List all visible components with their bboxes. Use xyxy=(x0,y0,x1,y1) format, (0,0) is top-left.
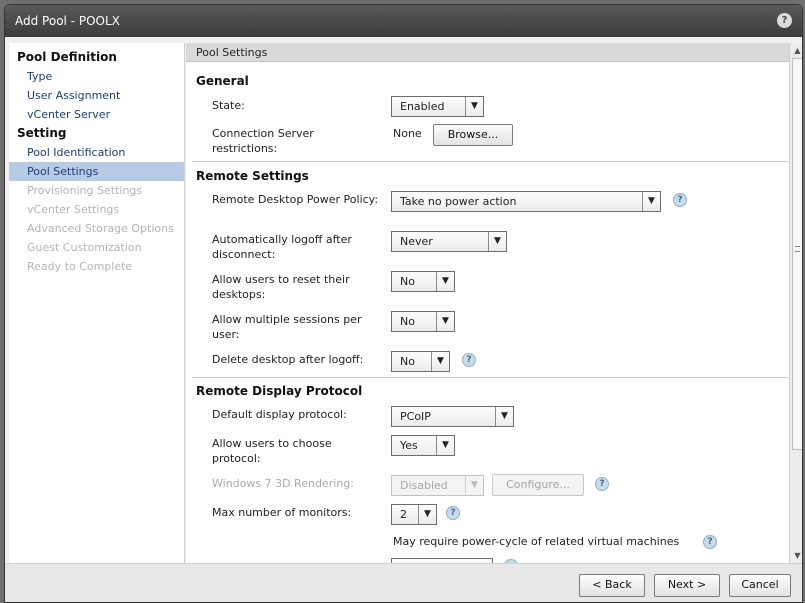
chevron-down-icon: ▼ xyxy=(436,312,454,331)
help-icon[interactable]: ? xyxy=(703,535,717,549)
section-title-remote-display-protocol: Remote Display Protocol xyxy=(196,384,363,398)
max-monitors-select-value: 2 xyxy=(400,508,407,521)
scroll-up-icon[interactable]: ▲ xyxy=(790,43,802,58)
nav-item-advanced-storage-options: Advanced Storage Options xyxy=(27,222,174,235)
section-title-remote-settings: Remote Settings xyxy=(196,169,309,183)
auto-logoff-label: Automatically logoff after disconnect: xyxy=(212,233,352,261)
dialog-title: Add Pool - POOLX xyxy=(15,14,120,28)
chevron-down-icon: ▼ xyxy=(495,407,513,426)
default-protocol-select[interactable]: PCoIP ▼ xyxy=(391,406,514,427)
scrollbar-thumb[interactable] xyxy=(792,58,802,450)
3d-rendering-label: Windows 7 3D Rendering: xyxy=(212,477,354,490)
power-policy-select[interactable]: Take no power action ▼ xyxy=(391,191,661,212)
nav-item-provisioning-settings: Provisioning Settings xyxy=(27,184,143,197)
reset-desktops-select-value: No xyxy=(400,275,415,288)
auto-logoff-select[interactable]: Never ▼ xyxy=(391,231,507,252)
add-pool-dialog: Add Pool - POOLX ? Pool Definition Type … xyxy=(4,4,803,603)
delete-after-logoff-select-value: No xyxy=(400,355,415,368)
chevron-down-icon: ▼ xyxy=(488,232,506,251)
multiple-sessions-select-value: No xyxy=(400,315,415,328)
choose-protocol-select-value: Yes xyxy=(400,439,418,452)
power-policy-label: Remote Desktop Power Policy: xyxy=(212,193,379,206)
reset-desktops-label: Allow users to reset their desktops: xyxy=(212,273,350,301)
delete-after-logoff-select[interactable]: No ▼ xyxy=(391,351,450,372)
power-policy-select-value: Take no power action xyxy=(400,195,517,208)
panel-header: Pool Settings xyxy=(186,43,789,62)
chevron-down-icon: ▼ xyxy=(465,97,483,116)
help-icon[interactable]: ? xyxy=(777,13,792,28)
vertical-scrollbar[interactable]: ▲ ▼ xyxy=(789,43,802,563)
pool-settings-panel: Pool Settings General State: Enabled ▼ C… xyxy=(186,43,789,563)
scroll-down-icon[interactable]: ▼ xyxy=(790,548,802,563)
divider xyxy=(192,161,788,162)
nav-item-pool-identification[interactable]: Pool Identification xyxy=(9,143,184,162)
3d-rendering-select-value: Disabled xyxy=(400,479,448,492)
section-title-general: General xyxy=(196,74,249,88)
nav-item-pool-settings[interactable]: Pool Settings xyxy=(9,162,184,181)
divider xyxy=(192,377,788,378)
nav-item-vcenter-settings: vCenter Settings xyxy=(27,203,120,216)
help-icon[interactable]: ? xyxy=(462,353,476,367)
nav-section-setting: Setting xyxy=(17,126,67,140)
state-label: State: xyxy=(212,99,245,112)
connection-server-restrictions-value: None xyxy=(393,127,422,140)
nav-item-guest-customization: Guest Customization xyxy=(27,241,142,254)
default-protocol-select-value: PCoIP xyxy=(400,410,431,423)
configure-button: Configure... xyxy=(492,474,584,496)
help-icon[interactable]: ? xyxy=(446,506,460,520)
chevron-down-icon: ▼ xyxy=(436,436,454,455)
nav-item-ready-to-complete: Ready to Complete xyxy=(27,260,133,273)
choose-protocol-label: Allow users to choose protocol: xyxy=(212,437,332,465)
back-button[interactable]: < Back xyxy=(579,574,645,597)
nav-section-pool-definition: Pool Definition xyxy=(17,50,117,64)
state-select-value: Enabled xyxy=(400,100,445,113)
connection-server-restrictions-label: Connection Server restrictions: xyxy=(212,127,314,155)
auto-logoff-select-value: Never xyxy=(400,235,433,248)
power-cycle-note: May require power-cycle of related virtu… xyxy=(393,535,680,548)
nav-item-vcenter-server[interactable]: vCenter Server xyxy=(9,105,184,124)
help-icon[interactable]: ? xyxy=(673,193,687,207)
delete-after-logoff-label: Delete desktop after logoff: xyxy=(212,353,364,366)
3d-rendering-select: Disabled ▼ xyxy=(391,475,484,496)
title-bar: Add Pool - POOLX ? xyxy=(5,5,802,37)
nav-item-user-assignment[interactable]: User Assignment xyxy=(9,86,184,105)
browse-button[interactable]: Browse... xyxy=(433,124,513,146)
reset-desktops-select[interactable]: No ▼ xyxy=(391,271,455,292)
multiple-sessions-label: Allow multiple sessions per user: xyxy=(212,313,362,341)
default-protocol-label: Default display protocol: xyxy=(212,408,347,421)
multiple-sessions-select[interactable]: No ▼ xyxy=(391,311,455,332)
chevron-down-icon: ▼ xyxy=(431,352,449,371)
state-select[interactable]: Enabled ▼ xyxy=(391,96,484,117)
chevron-down-icon: ▼ xyxy=(642,192,660,211)
dialog-footer: < Back Next > Cancel xyxy=(5,563,802,602)
nav-item-type[interactable]: Type xyxy=(9,67,184,86)
chevron-down-icon: ▼ xyxy=(418,505,436,524)
chevron-down-icon: ▼ xyxy=(465,476,483,495)
grip-icon xyxy=(795,246,800,252)
wizard-sidebar: Pool Definition Type User Assignment vCe… xyxy=(9,43,185,563)
help-icon[interactable]: ? xyxy=(595,477,609,491)
next-button[interactable]: Next > xyxy=(654,574,720,597)
max-monitors-select[interactable]: 2 ▼ xyxy=(391,504,437,525)
choose-protocol-select[interactable]: Yes ▼ xyxy=(391,435,455,456)
max-monitors-label: Max number of monitors: xyxy=(212,506,352,519)
chevron-down-icon: ▼ xyxy=(436,272,454,291)
cancel-button[interactable]: Cancel xyxy=(729,574,791,597)
